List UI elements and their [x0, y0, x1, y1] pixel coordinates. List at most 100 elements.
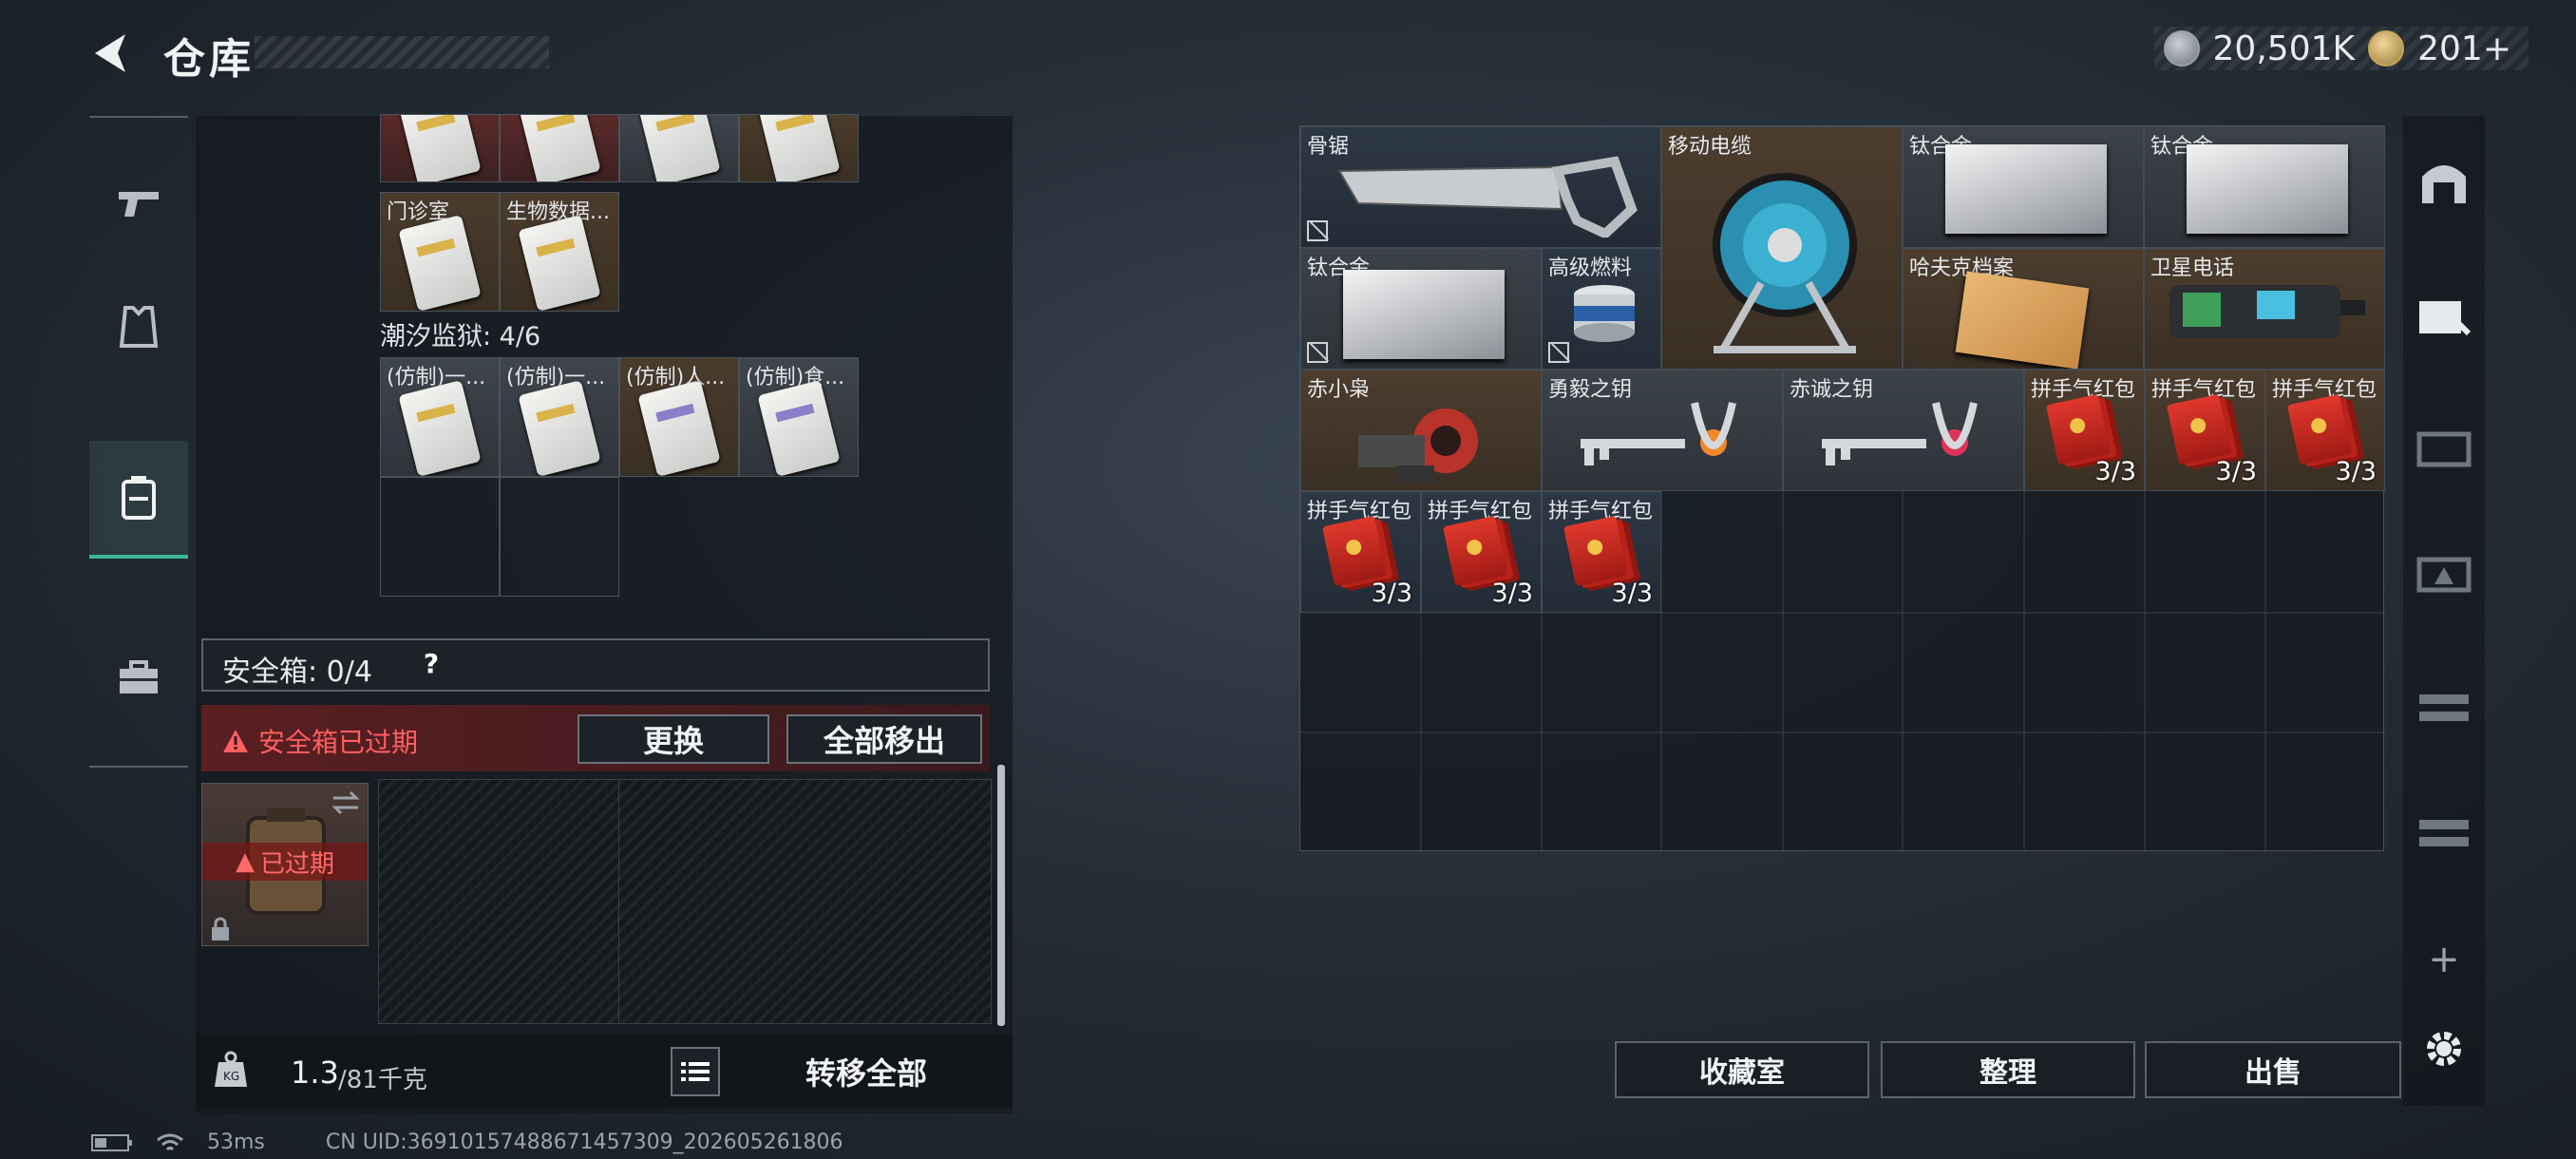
ping-value: 53ms	[207, 1130, 265, 1154]
briefcase-icon	[120, 660, 158, 694]
silver-coin-icon	[2163, 30, 2200, 66]
item-satellite-phone[interactable]: 卫星电话	[2144, 248, 2385, 370]
sort-button[interactable]: 整理	[1881, 1041, 2135, 1098]
item-haavk-archive[interactable]: 哈夫克档案	[1903, 248, 2144, 370]
weight-bar: KG 1.3 /81千克 转移全部	[196, 1034, 1013, 1108]
item-slot[interactable]: 门诊室	[380, 192, 500, 312]
stash-tab-6[interactable]	[2403, 771, 2485, 885]
item-bone-saw[interactable]: 骨锯	[1300, 126, 1661, 248]
item-courage-key[interactable]: 勇毅之钥	[1542, 370, 1783, 491]
case-expired-label: ▲ 已过期	[202, 843, 368, 881]
toolbox-tab[interactable]	[89, 621, 188, 735]
empty-slot[interactable]	[380, 477, 500, 597]
item-titanium-alloy[interactable]: 钛合金	[1903, 126, 2144, 248]
stash-tab-3[interactable]	[2403, 390, 2485, 504]
shelf-icon	[2419, 694, 2469, 721]
wifi-icon	[157, 1133, 183, 1150]
item-red-envelope[interactable]: 拼手气红包 3/3	[2145, 370, 2265, 491]
gold-amount: 201+	[2417, 28, 2511, 68]
help-icon[interactable]: ?	[414, 648, 448, 682]
item-red-envelope[interactable]: 拼手气红包 3/3	[2024, 370, 2145, 491]
gold-coin-icon	[2368, 30, 2405, 66]
item-titanium-alloy[interactable]: 钛合金	[2144, 126, 2385, 248]
stash-icon	[2422, 165, 2466, 203]
fuel-can-icon	[1574, 285, 1635, 342]
pistol-icon	[119, 192, 159, 217]
page-title: 仓库	[163, 35, 255, 84]
currency-bar: 20,501K 201+	[2153, 27, 2529, 70]
back-arrow-icon[interactable]	[87, 28, 133, 78]
scrollbar[interactable]	[997, 765, 1005, 1026]
weapon-tab[interactable]	[89, 146, 188, 260]
item-slot[interactable]	[500, 114, 619, 182]
title-decoration	[255, 36, 549, 68]
sell-button[interactable]: 出售	[2145, 1041, 2401, 1098]
plate-icon	[2187, 144, 2348, 234]
backpack-tab[interactable]	[89, 441, 188, 559]
expired-warning: 安全箱已过期	[222, 722, 418, 760]
item-red-owl[interactable]: 赤小枭	[1300, 370, 1542, 491]
armor-tab[interactable]	[89, 270, 188, 384]
warning-icon	[223, 730, 248, 752]
replace-button[interactable]: 更换	[578, 714, 769, 764]
weight-value: 1.3	[291, 1054, 339, 1091]
saw-icon	[1337, 156, 1638, 238]
item-slot[interactable]: 生物数据...	[500, 192, 619, 312]
settings-button[interactable]	[2403, 992, 2485, 1106]
empty-slot[interactable]	[500, 477, 619, 597]
folder-icon	[1955, 271, 2090, 369]
battery-icon	[91, 1133, 132, 1151]
warning-icon: ▲	[235, 847, 255, 876]
list-view-button[interactable]	[671, 1047, 720, 1096]
collection-room-button[interactable]: 收藏室	[1615, 1041, 1869, 1098]
item-slot[interactable]: (仿制)食...	[739, 357, 859, 477]
move-all-out-button[interactable]: 全部移出	[786, 714, 982, 764]
shelf-icon	[2419, 301, 2472, 336]
gear-icon	[2427, 1032, 2461, 1066]
item-slot[interactable]	[739, 114, 859, 182]
item-red-envelope[interactable]: 拼手气红包 3/3	[2265, 370, 2385, 491]
category-sidebar	[89, 116, 188, 768]
case-status-text: 已过期	[259, 849, 334, 879]
item-count: 3/3	[2215, 457, 2257, 486]
item-slot[interactable]: (仿制)一...	[500, 357, 619, 477]
safe-case-slot[interactable]: ▲ 已过期	[201, 783, 369, 946]
status-bar: 53ms CN UID:3691015748867145730​9_202605…	[91, 1130, 843, 1154]
uid-text: CN UID:3691015748867145730​9_20260526180…	[325, 1130, 843, 1154]
item-slot[interactable]: (仿制)一...	[380, 357, 500, 477]
stash-tab-4[interactable]	[2403, 515, 2485, 629]
vest-icon	[119, 306, 159, 348]
red-envelope-icon	[2166, 393, 2232, 466]
item-slot[interactable]: (仿制)人...	[619, 357, 739, 477]
plate-icon	[1945, 144, 2107, 234]
stash-tab-5[interactable]	[2403, 646, 2485, 760]
empty-grid-lines	[1300, 491, 2385, 852]
backpack-icon	[122, 476, 156, 520]
stash-grid: 骨锯 移动电缆 钛合金 钛合金 钛合金 高级燃料 哈夫克档案 卫星电话 赤小枭 …	[1299, 125, 2385, 852]
svg-text:KG: KG	[223, 1070, 239, 1083]
safe-box-grid	[378, 779, 992, 1024]
red-envelope-icon	[2286, 393, 2353, 466]
shelf-icon	[2416, 431, 2472, 467]
item-slot[interactable]	[380, 114, 500, 182]
swap-icon[interactable]	[330, 789, 362, 816]
weight-max: /81千克	[338, 1066, 427, 1094]
stash-tab-all[interactable]	[2403, 125, 2485, 239]
stash-tab-2[interactable]	[2403, 258, 2485, 372]
plate-icon	[1343, 270, 1505, 359]
safe-box-bar: 安全箱: 0/4 ?	[201, 638, 990, 692]
expired-warning-bar: 安全箱已过期 更换 全部移出	[201, 705, 990, 771]
no-sell-icon	[1307, 342, 1328, 363]
figurine-icon	[1358, 408, 1478, 483]
prison-section-label: 潮汐监狱: 4/6	[380, 322, 541, 352]
item-loyalty-key[interactable]: 赤诚之钥	[1783, 370, 2024, 491]
item-label: 移动电缆	[1668, 135, 1752, 159]
item-mobile-cable[interactable]: 移动电缆	[1661, 126, 1903, 370]
item-advanced-fuel[interactable]: 高级燃料	[1542, 248, 1661, 370]
item-titanium-alloy[interactable]: 钛合金	[1300, 248, 1542, 370]
silver-amount: 20,501K	[2212, 28, 2356, 68]
transfer-all-button[interactable]: 转移全部	[735, 1043, 997, 1100]
item-slot[interactable]	[619, 114, 739, 182]
no-sell-icon	[1548, 342, 1569, 363]
key-icon	[1822, 402, 1978, 466]
